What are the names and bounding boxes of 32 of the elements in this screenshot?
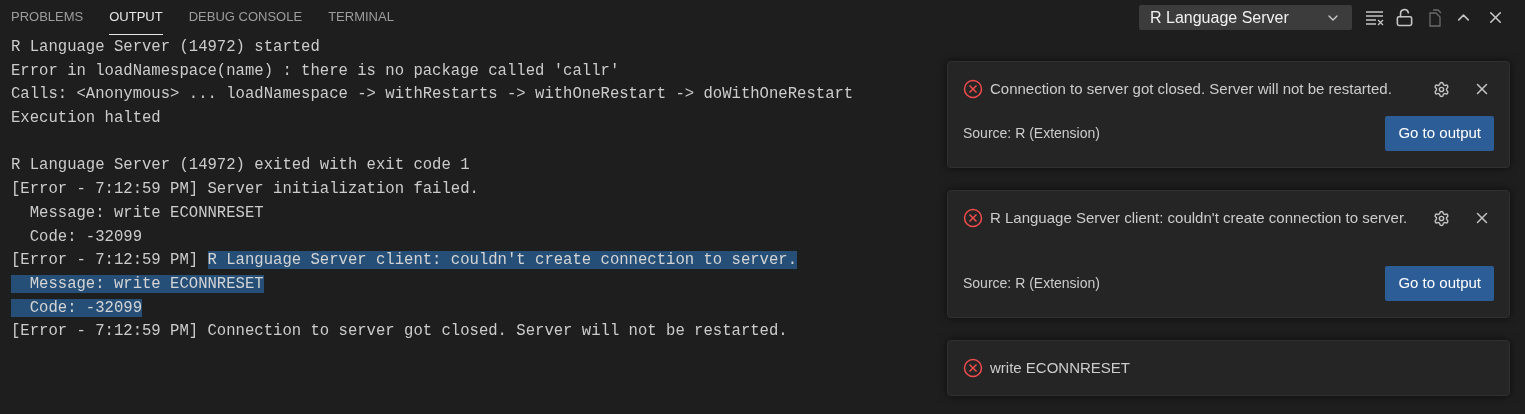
settings-icon[interactable]: [1433, 209, 1450, 227]
notification-source: Source: R (Extension): [963, 124, 1100, 143]
go-to-output-button[interactable]: Go to output: [1385, 266, 1494, 301]
settings-icon[interactable]: [1433, 80, 1450, 98]
notification-message: write ECONNRESET: [990, 357, 1132, 378]
log-text: Code: -32099: [28, 227, 142, 246]
panel-tab[interactable]: OUTPUT: [109, 0, 163, 35]
panel-tab[interactable]: PROBLEMS: [11, 0, 84, 35]
log-text: Error in loadNamespace(name) : there is no package called 'callr': [11, 61, 620, 80]
notification-message: R Language Server client: couldn't create connection to server.: [990, 207, 1409, 228]
error-icon: [963, 358, 983, 378]
log-text: R Language Server (14972) exited with exit code 1: [11, 156, 470, 175]
go-to-output-button[interactable]: Go to output: [1385, 116, 1494, 151]
selected-log-text: R Language Server client: couldn't create connection to server.: [207, 251, 798, 270]
notification-message: Connection to server got closed. Server will not be restarted.: [990, 78, 1393, 99]
unlock-icon[interactable]: [1395, 8, 1414, 27]
channel-dropdown[interactable]: R Language Server: [1139, 5, 1352, 30]
panel-tab[interactable]: DEBUG CONSOLE: [188, 0, 303, 35]
clear-output-icon[interactable]: [1365, 9, 1385, 26]
log-text: [Error - 7:12:59 PM]: [11, 251, 200, 270]
log-text: Calls: <Anonymous> ... loadNamespace -> withRestarts -> withOneRestart -> doWithOneRestart: [11, 85, 854, 104]
log-text: R Language Server (14972) started: [11, 38, 320, 56]
error-icon: [963, 208, 983, 228]
log-text: [Error - 7:12:59 PM] Server initialization failed.: [11, 180, 479, 199]
error-icon: [963, 79, 983, 99]
notification-source: Source: R (Extension): [963, 274, 1100, 293]
log-text: [Error - 7:12:59 PM] Connection to server got closed. Server will not be restarted.: [11, 322, 788, 341]
log-text: Message: write ECONNRESET: [28, 203, 264, 222]
selected-log-text: Code: -32099: [11, 298, 142, 317]
panel-tab[interactable]: TERMINAL: [328, 0, 394, 35]
log-text: Execution halted: [11, 109, 161, 128]
selected-log-text: Message: write ECONNRESET: [11, 274, 264, 293]
